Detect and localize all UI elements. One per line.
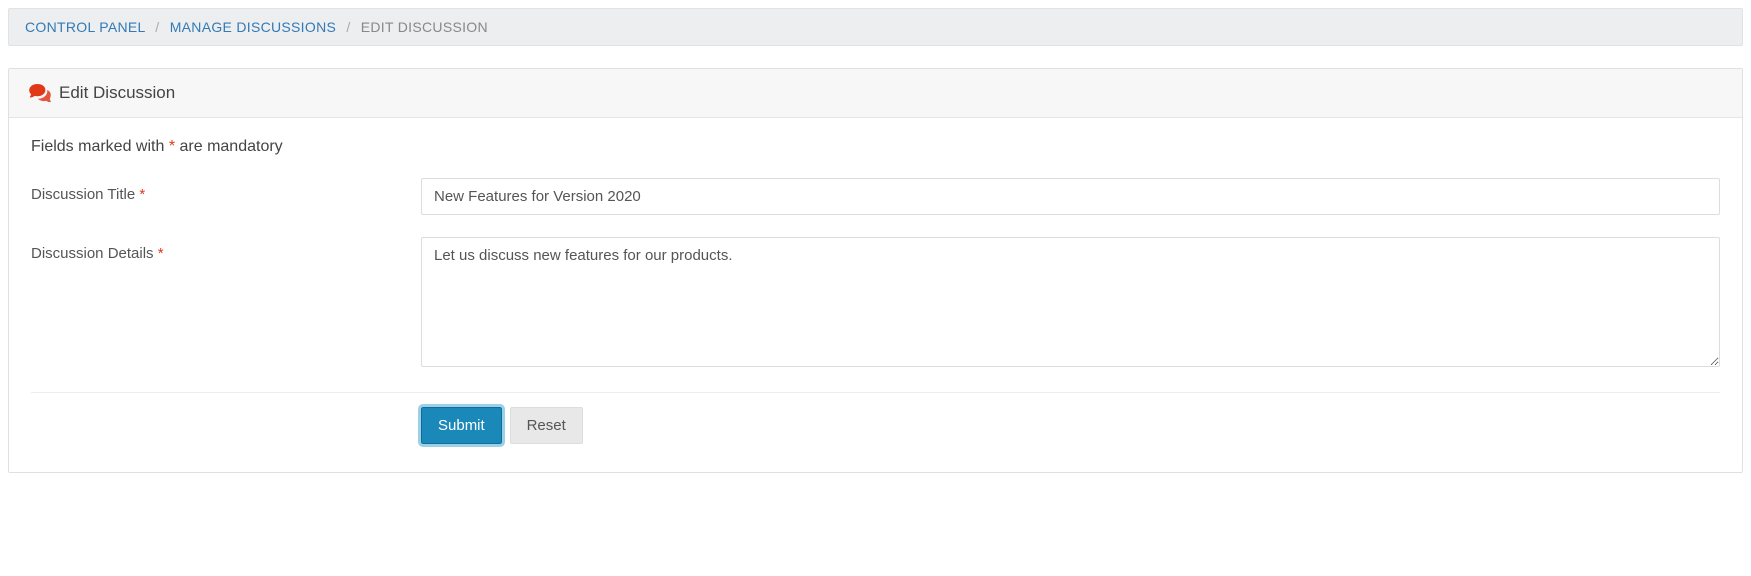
label-discussion-details: Discussion Details * <box>31 237 421 262</box>
discussion-title-input[interactable] <box>421 178 1720 215</box>
comments-icon <box>29 84 51 102</box>
breadcrumb-current: EDIT DISCUSSION <box>361 19 488 35</box>
reset-button[interactable]: Reset <box>510 407 583 444</box>
breadcrumb-sep: / <box>340 19 356 35</box>
label-discussion-title: Discussion Title * <box>31 178 421 203</box>
asterisk: * <box>158 245 164 262</box>
discussion-details-textarea[interactable] <box>421 237 1720 367</box>
asterisk: * <box>139 186 145 203</box>
breadcrumb-control-panel[interactable]: CONTROL PANEL <box>25 19 145 35</box>
mandatory-note: Fields marked with * are mandatory <box>31 138 1720 156</box>
edit-discussion-panel: Edit Discussion Fields marked with * are… <box>8 68 1743 473</box>
panel-heading: Edit Discussion <box>9 69 1742 118</box>
panel-title: Edit Discussion <box>59 83 175 103</box>
form-actions: Submit Reset <box>31 407 1720 444</box>
submit-button[interactable]: Submit <box>421 407 502 444</box>
breadcrumb: CONTROL PANEL / MANAGE DISCUSSIONS / EDI… <box>8 8 1743 46</box>
divider <box>31 392 1720 393</box>
breadcrumb-manage-discussions[interactable]: MANAGE DISCUSSIONS <box>170 19 336 35</box>
breadcrumb-sep: / <box>149 19 165 35</box>
row-discussion-details: Discussion Details * <box>31 237 1720 370</box>
panel-body: Fields marked with * are mandatory Discu… <box>9 118 1742 472</box>
row-discussion-title: Discussion Title * <box>31 178 1720 215</box>
